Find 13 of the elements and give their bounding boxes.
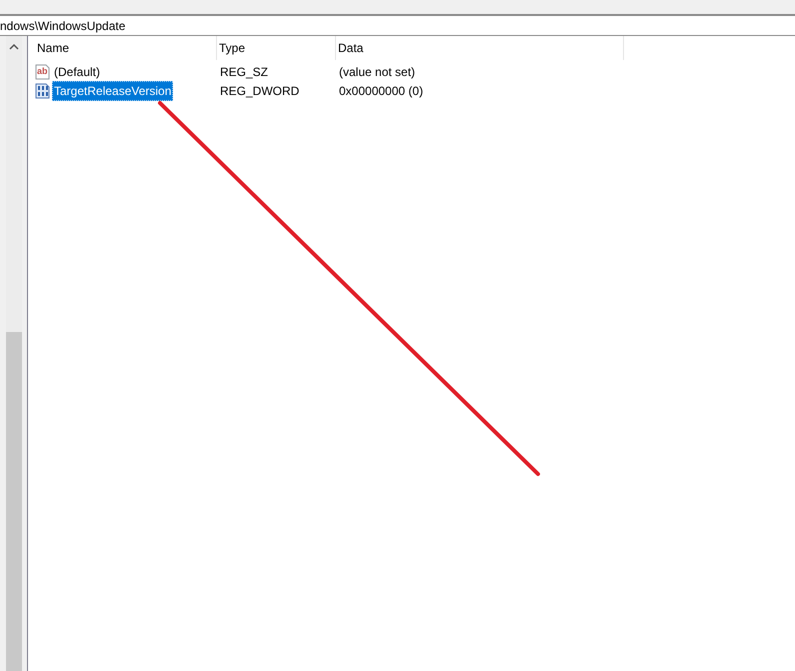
address-path[interactable]: ndows\WindowsUpdate bbox=[0, 16, 126, 34]
column-header[interactable]: Type bbox=[217, 36, 336, 60]
value-name[interactable]: (Default) bbox=[52, 62, 102, 82]
column-header[interactable]: Name bbox=[35, 36, 217, 60]
value-data: (value not set) bbox=[338, 64, 416, 80]
scrollbar-thumb[interactable] bbox=[6, 332, 22, 671]
value-data: 0x00000000 (0) bbox=[338, 82, 424, 100]
column-header[interactable]: Data bbox=[336, 36, 624, 60]
binary-value-icon bbox=[35, 82, 51, 98]
string-value-icon: ab bbox=[35, 64, 51, 80]
value-name[interactable]: TargetReleaseVersion bbox=[52, 80, 174, 100]
value-type: REG_SZ bbox=[219, 64, 270, 80]
value-type: REG_DWORD bbox=[219, 82, 300, 100]
